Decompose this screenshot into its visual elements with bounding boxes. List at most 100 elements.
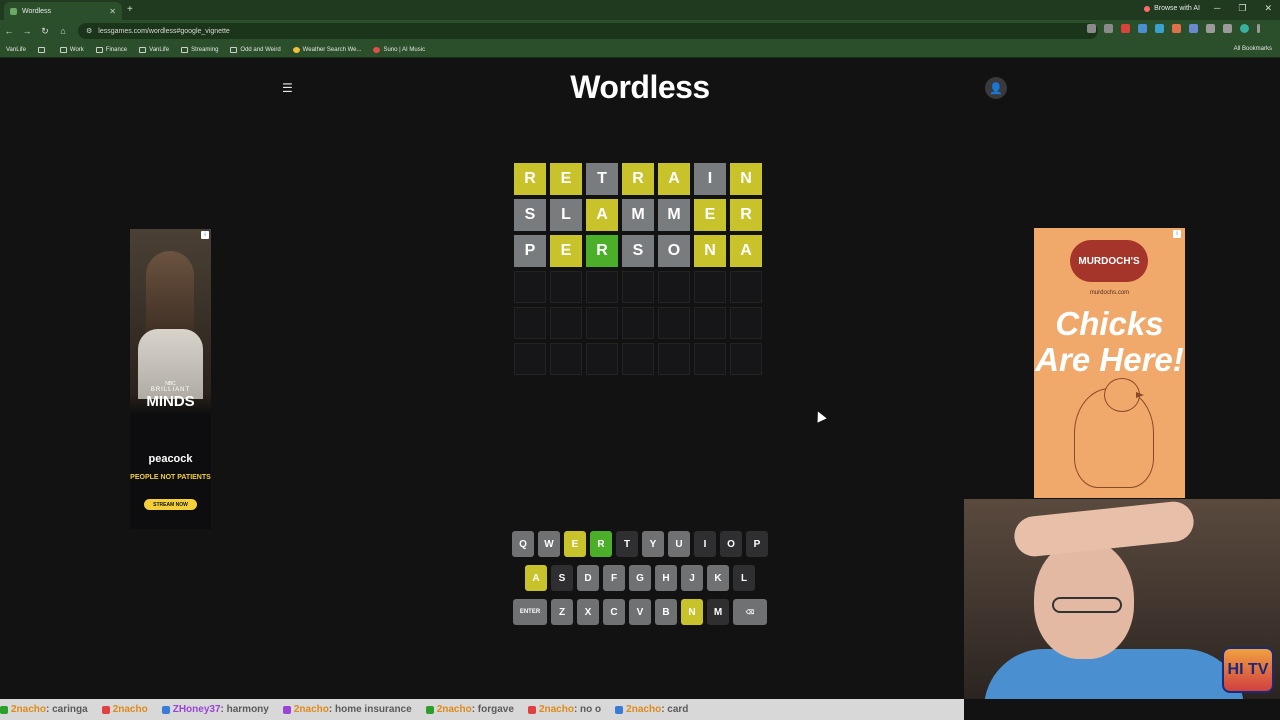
key-x[interactable]: X [577, 599, 599, 625]
backspace-key[interactable]: ⌫ [733, 599, 767, 625]
bookmark-item[interactable]: Weather Search We... [292, 46, 361, 53]
key-r[interactable]: R [590, 531, 612, 557]
all-bookmarks-button[interactable]: All Bookmarks [1234, 46, 1272, 52]
key-s[interactable]: S [551, 565, 573, 591]
site-info-icon[interactable]: ⚙ [86, 27, 92, 35]
eye-off-icon[interactable] [1087, 24, 1096, 33]
extension-icon[interactable] [1138, 24, 1147, 33]
sidebar-icon[interactable] [1223, 24, 1232, 33]
key-m[interactable]: M [707, 599, 729, 625]
enter-key[interactable]: ENTER [513, 599, 547, 625]
puzzle-icon[interactable] [1206, 24, 1215, 33]
home-icon[interactable]: ⌂ [54, 26, 72, 36]
extension-icon[interactable] [1121, 24, 1130, 33]
suno-icon [373, 46, 381, 53]
ad-choices-icon[interactable]: i [1173, 230, 1181, 238]
key-i[interactable]: I [694, 531, 716, 557]
close-window-icon[interactable]: ✕ [1264, 3, 1272, 14]
back-icon[interactable]: ← [0, 26, 18, 36]
ad-banner-right[interactable]: i MURDOCH'S murdochs.com Chicks Are Here… [1034, 228, 1185, 498]
minimize-icon[interactable]: ─ [1214, 3, 1220, 14]
chat-username: 2nacho [112, 704, 148, 715]
key-l[interactable]: L [733, 565, 755, 591]
key-j[interactable]: J [681, 565, 703, 591]
key-p[interactable]: P [746, 531, 768, 557]
key-v[interactable]: V [629, 599, 651, 625]
letter-tile: O [658, 235, 690, 267]
browser-toolbar: ← → ↻ ⌂ ⚙ lessgames.com/wordless#google_… [0, 20, 1280, 42]
chat-message: ZHoney37 : harmony [161, 704, 269, 715]
chat-username: ZHoney37 [172, 704, 221, 715]
bookmark-folder[interactable]: Work [59, 46, 84, 53]
chat-username: 2nacho [538, 704, 574, 715]
guess-grid: RETRAINSLAMMERPERSONA [514, 163, 762, 375]
letter-tile: R [730, 199, 762, 231]
key-e[interactable]: E [564, 531, 586, 557]
bookmark-item[interactable]: VanLife [6, 47, 26, 53]
key-z[interactable]: Z [551, 599, 573, 625]
ad-choices-icon[interactable]: i [201, 231, 209, 239]
key-g[interactable]: G [629, 565, 651, 591]
letter-tile: M [658, 199, 690, 231]
key-q[interactable]: Q [512, 531, 534, 557]
ad-cta-button[interactable]: STREAM NOW [144, 499, 197, 510]
platform-icon [527, 705, 536, 714]
empty-tile [622, 307, 654, 339]
reload-icon[interactable]: ↻ [36, 26, 54, 37]
bookmark-folder[interactable]: Odd and Weird [230, 46, 281, 53]
key-u[interactable]: U [668, 531, 690, 557]
tab-close-icon[interactable]: ✕ [109, 7, 116, 16]
browse-with-ai-label: Browse with AI [1154, 5, 1200, 12]
star-icon[interactable] [1104, 24, 1113, 33]
chat-username: 2nacho [11, 704, 47, 715]
letter-tile: A [730, 235, 762, 267]
empty-tile [658, 307, 690, 339]
chat-text: : home insurance [328, 704, 412, 715]
grid-icon [37, 46, 45, 53]
browser-tab[interactable]: Wordless ✕ [4, 2, 122, 20]
restore-icon[interactable]: ❐ [1238, 3, 1246, 14]
key-b[interactable]: B [655, 599, 677, 625]
empty-tile [586, 271, 618, 303]
letter-tile: E [550, 163, 582, 195]
key-y[interactable]: Y [642, 531, 664, 557]
bookmark-label: VanLife [6, 46, 26, 53]
key-n[interactable]: N [681, 599, 703, 625]
folder-icon [95, 46, 103, 53]
extension-icon[interactable] [1155, 24, 1164, 33]
apps-icon[interactable] [37, 46, 48, 53]
new-tab-button[interactable]: + [127, 4, 133, 15]
bookmark-item[interactable]: Suno | AI Music [373, 46, 425, 53]
key-a[interactable]: A [525, 565, 547, 591]
user-profile-icon[interactable]: 👤 [985, 77, 1007, 99]
key-f[interactable]: F [603, 565, 625, 591]
key-k[interactable]: K [707, 565, 729, 591]
letter-tile: R [514, 163, 546, 195]
chat-text: : caringa [46, 704, 88, 715]
key-d[interactable]: D [577, 565, 599, 591]
bookmark-folder[interactable]: Finance [95, 46, 127, 53]
empty-tile [658, 271, 690, 303]
key-t[interactable]: T [616, 531, 638, 557]
chat-message: 2nacho : no o [527, 704, 601, 715]
key-h[interactable]: H [655, 565, 677, 591]
extension-icon[interactable] [1172, 24, 1181, 33]
key-o[interactable]: O [720, 531, 742, 557]
letter-tile: S [514, 199, 546, 231]
letter-tile: I [694, 163, 726, 195]
forward-icon[interactable]: → [18, 26, 36, 36]
empty-tile [622, 343, 654, 375]
menu-icon[interactable] [1257, 24, 1260, 33]
bookmark-folder[interactable]: Streaming [181, 46, 218, 53]
profile-icon[interactable] [1240, 24, 1249, 33]
on-screen-keyboard: Q W E R T Y U I O P A S D F G H J K L ENTER Z X C V B N M ⌫ [510, 531, 770, 633]
address-bar[interactable]: ⚙ lessgames.com/wordless#google_vignette [78, 23, 1098, 39]
key-c[interactable]: C [603, 599, 625, 625]
key-w[interactable]: W [538, 531, 560, 557]
extension-icon[interactable] [1189, 24, 1198, 33]
browse-with-ai-button[interactable]: Browse with AI [1144, 5, 1200, 12]
ad-banner-left[interactable]: i NBC BRILLIANT MINDS peacock PEOPLE NOT… [130, 229, 211, 529]
bookmark-folder[interactable]: VanLife [139, 46, 169, 53]
letter-tile: R [586, 235, 618, 267]
letter-tile: S [622, 235, 654, 267]
